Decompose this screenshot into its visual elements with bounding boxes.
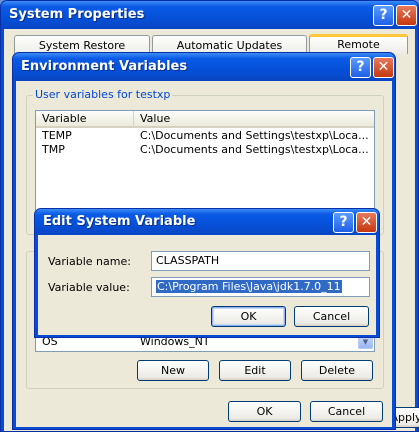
- value-cell: C:\Documents and Settings\testxp\Loca...: [140, 143, 369, 156]
- environment-variables-title: Environment Variables: [21, 59, 188, 74]
- variable-cell: TMP: [42, 143, 65, 156]
- help-icon[interactable]: ?: [333, 212, 354, 233]
- variable-value-label: Variable value:: [48, 281, 130, 294]
- delete-button[interactable]: Delete: [301, 360, 373, 381]
- tab-remote[interactable]: Remote: [309, 34, 408, 54]
- help-icon[interactable]: ?: [350, 57, 371, 78]
- edit-system-variable-title: Edit System Variable: [43, 214, 196, 229]
- environment-variables-titlebar[interactable]: Environment Variables ? ✕: [13, 53, 395, 81]
- edit-system-variable-dialog: Edit System Variable ? ✕ Variable name: …: [34, 208, 380, 338]
- system-properties-title: System Properties: [9, 7, 145, 22]
- column-header-variable[interactable]: Variable: [36, 111, 134, 128]
- user-variables-list[interactable]: Variable Value TEMP C:\Documents and Set…: [35, 110, 375, 218]
- column-header-value[interactable]: Value: [134, 111, 374, 128]
- variable-cell: TEMP: [42, 129, 72, 142]
- ok-button[interactable]: OK: [228, 401, 301, 422]
- variable-name-label: Variable name:: [48, 255, 131, 268]
- close-icon[interactable]: ✕: [396, 5, 417, 26]
- value-cell: C:\Documents and Settings\testxp\Loca...: [140, 129, 369, 142]
- help-icon[interactable]: ?: [373, 5, 394, 26]
- new-button[interactable]: New: [137, 360, 209, 381]
- variable-value-field[interactable]: C:\Program Files\Java\jdk1.7.0_11: [151, 277, 370, 297]
- ok-button[interactable]: OK: [211, 306, 286, 327]
- variable-name-field[interactable]: CLASSPATH: [151, 251, 370, 271]
- close-icon[interactable]: ✕: [373, 57, 394, 78]
- user-variables-label: User variables for testxp: [33, 88, 173, 101]
- system-properties-titlebar[interactable]: System Properties ? ✕: [1, 1, 418, 29]
- cancel-button[interactable]: Cancel: [294, 306, 369, 327]
- edit-button[interactable]: Edit: [219, 360, 291, 381]
- cancel-button[interactable]: Cancel: [310, 401, 383, 422]
- edit-system-variable-titlebar[interactable]: Edit System Variable ? ✕: [35, 209, 379, 235]
- close-icon[interactable]: ✕: [356, 212, 377, 233]
- edit-system-variable-body: Variable name: CLASSPATH Variable value:…: [38, 235, 376, 335]
- variable-value-selection: C:\Program Files\Java\jdk1.7.0_11: [156, 280, 342, 293]
